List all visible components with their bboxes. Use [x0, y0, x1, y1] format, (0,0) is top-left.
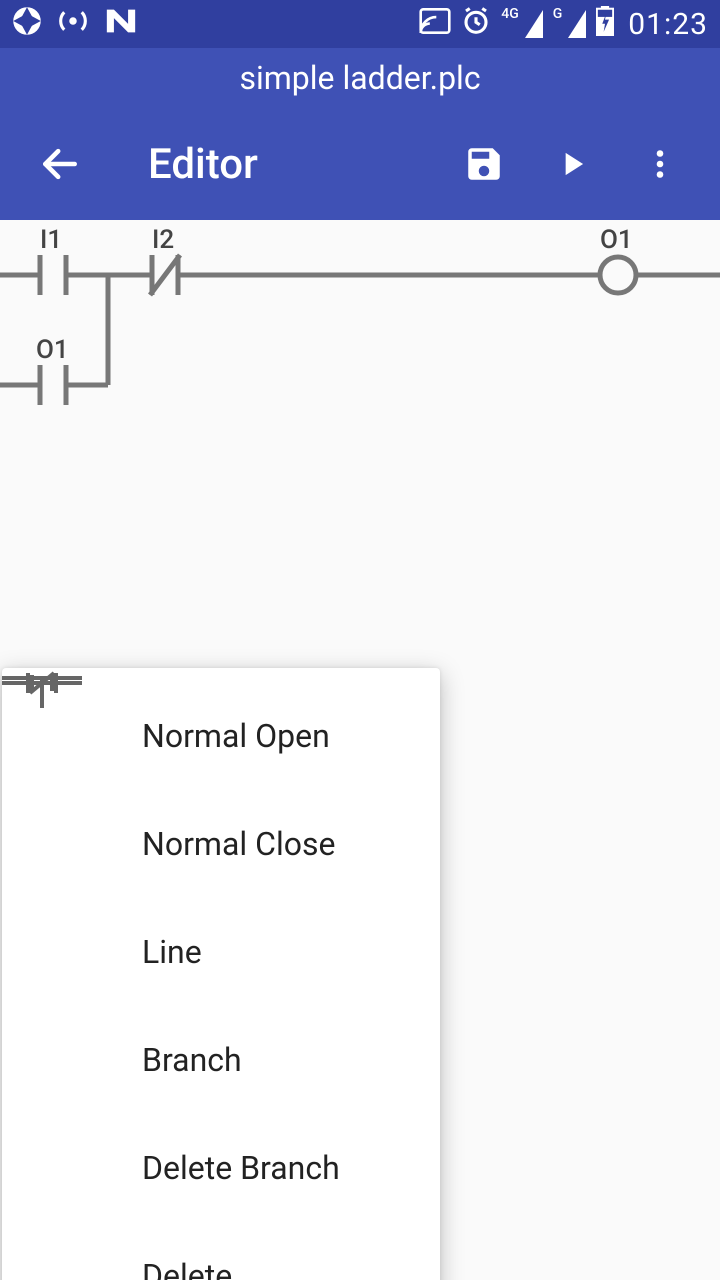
menu-item-label: Delete Branch — [142, 1149, 340, 1187]
signal-g-label: G — [553, 6, 563, 22]
line-icon — [30, 927, 110, 977]
menu-item-label: Normal Open — [142, 717, 330, 755]
menu-item-branch[interactable]: Branch — [2, 1006, 440, 1114]
status-left — [12, 6, 138, 43]
menu-item-label: Branch — [142, 1041, 242, 1079]
alarm-icon — [461, 6, 491, 43]
contact-label-i2: I2 — [152, 225, 174, 255]
contact-label-o1b: O1 — [36, 335, 69, 365]
menu-item-label: Normal Close — [142, 825, 335, 863]
back-button[interactable] — [36, 140, 84, 188]
menu-item-delete-branch[interactable]: Delete Branch — [2, 1114, 440, 1222]
app-bar: Editor — [0, 108, 720, 220]
menu-item-delete[interactable]: Delete — [2, 1222, 440, 1280]
blank-icon — [30, 1251, 110, 1280]
signal-icon — [525, 10, 543, 38]
menu-item-label: Delete — [142, 1257, 232, 1280]
menu-item-line[interactable]: Line — [2, 898, 440, 1006]
menu-item-normal-close[interactable]: Normal Close — [2, 790, 440, 898]
ladder-canvas[interactable]: I1 I2 O1 O1 Normal Open Normal Close Lin… — [0, 220, 720, 1280]
filename-label: simple ladder.plc — [239, 59, 480, 97]
save-button[interactable] — [448, 128, 520, 200]
android-n-icon — [104, 6, 138, 43]
page-title: Editor — [148, 140, 432, 189]
signal-4g-label: 4G — [501, 6, 519, 22]
camera-aperture-icon — [12, 6, 42, 43]
more-button[interactable] — [624, 128, 696, 200]
hotspot-icon — [58, 6, 88, 43]
status-time: 01:23 — [628, 7, 708, 42]
contact-label-i1: I1 — [40, 225, 62, 255]
file-title-bar: simple ladder.plc — [0, 48, 720, 108]
coil-label-o1: O1 — [600, 225, 633, 255]
run-button[interactable] — [536, 128, 608, 200]
blank-icon — [30, 1143, 110, 1193]
context-menu: Normal Open Normal Close Line Branch Del… — [2, 668, 440, 1280]
battery-charging-icon — [596, 6, 614, 43]
menu-item-label: Line — [142, 933, 202, 971]
cast-icon — [419, 8, 451, 41]
branch-icon — [30, 1035, 110, 1085]
status-right: 4G G 01:23 — [419, 6, 708, 43]
normal-open-icon — [30, 711, 110, 761]
status-bar: 4G G 01:23 — [0, 0, 720, 48]
normal-close-icon — [30, 819, 110, 869]
signal-icon-2 — [568, 10, 586, 38]
